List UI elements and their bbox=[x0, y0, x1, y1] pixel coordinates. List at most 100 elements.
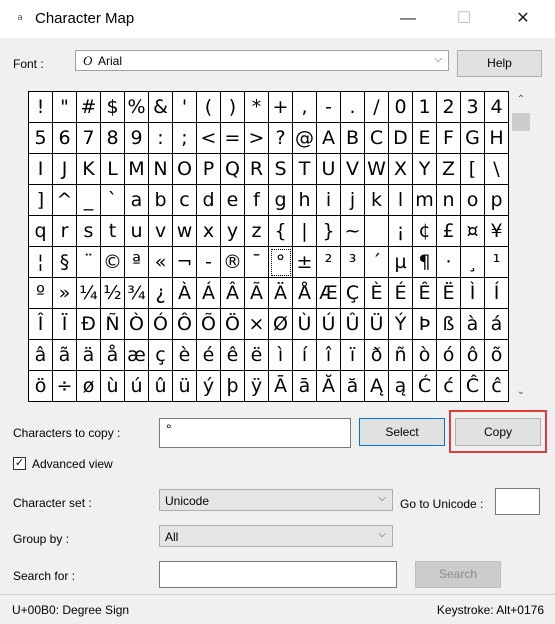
character-cell[interactable]: # bbox=[77, 92, 101, 123]
character-cell[interactable]: â bbox=[29, 340, 53, 371]
character-cell[interactable]: ) bbox=[221, 92, 245, 123]
character-cell[interactable]: Q bbox=[221, 154, 245, 185]
character-cell[interactable]: | bbox=[293, 216, 317, 247]
character-cell[interactable]: ¿ bbox=[149, 278, 173, 309]
character-cell[interactable]: ^ bbox=[53, 185, 77, 216]
character-cell[interactable]: ā bbox=[293, 371, 317, 402]
scroll-down-icon[interactable]: ⌄ bbox=[510, 383, 532, 401]
character-cell[interactable]: ë bbox=[245, 340, 269, 371]
character-cell[interactable]: ç bbox=[149, 340, 173, 371]
character-cell[interactable]: < bbox=[197, 123, 221, 154]
character-cell[interactable]: è bbox=[173, 340, 197, 371]
character-cell[interactable]: 5 bbox=[29, 123, 53, 154]
character-cell[interactable]: µ bbox=[389, 247, 413, 278]
character-cell[interactable]: Ë bbox=[437, 278, 461, 309]
character-cell[interactable]: t bbox=[101, 216, 125, 247]
character-cell[interactable]: á bbox=[485, 309, 509, 340]
character-cell[interactable]: ¯ bbox=[245, 247, 269, 278]
character-set-dropdown[interactable]: Unicode ⌵ bbox=[159, 489, 393, 511]
character-cell[interactable]: ò bbox=[413, 340, 437, 371]
character-cell[interactable]: ¼ bbox=[77, 278, 101, 309]
character-cell[interactable]: î bbox=[317, 340, 341, 371]
characters-to-copy-input[interactable]: ° bbox=[159, 418, 351, 448]
character-cell[interactable]: Ç bbox=[341, 278, 365, 309]
character-cell[interactable]: © bbox=[101, 247, 125, 278]
character-cell[interactable]: à bbox=[461, 309, 485, 340]
character-cell[interactable]: ÿ bbox=[245, 371, 269, 402]
character-cell[interactable]: Î bbox=[29, 309, 53, 340]
character-cell[interactable]: ¬ bbox=[173, 247, 197, 278]
minimize-icon[interactable]: — bbox=[385, 0, 431, 38]
character-cell[interactable]: £ bbox=[437, 216, 461, 247]
close-icon[interactable]: ✕ bbox=[500, 0, 546, 38]
character-cell[interactable]: ³ bbox=[341, 247, 365, 278]
character-cell[interactable]: « bbox=[149, 247, 173, 278]
copy-button[interactable]: Copy bbox=[455, 418, 541, 446]
character-cell[interactable]: D bbox=[389, 123, 413, 154]
character-cell[interactable]: N bbox=[149, 154, 173, 185]
character-cell[interactable]: W bbox=[365, 154, 389, 185]
character-cell[interactable]: ê bbox=[221, 340, 245, 371]
character-cell[interactable]: 3 bbox=[461, 92, 485, 123]
character-cell[interactable]: > bbox=[245, 123, 269, 154]
character-cell[interactable]: Ì bbox=[461, 278, 485, 309]
group-by-dropdown[interactable]: All ⌵ bbox=[159, 525, 393, 547]
character-cell[interactable]: ~ bbox=[341, 216, 365, 247]
character-cell[interactable]: ` bbox=[101, 185, 125, 216]
search-input[interactable] bbox=[159, 561, 397, 588]
search-button[interactable]: Search bbox=[415, 561, 501, 588]
character-cell[interactable]: É bbox=[389, 278, 413, 309]
character-cell[interactable]: ă bbox=[341, 371, 365, 402]
character-cell[interactable]: 9 bbox=[125, 123, 149, 154]
character-cell[interactable]: ª bbox=[125, 247, 149, 278]
character-cell[interactable]: [ bbox=[461, 154, 485, 185]
character-cell[interactable]: : bbox=[149, 123, 173, 154]
character-cell[interactable]: å bbox=[101, 340, 125, 371]
character-cell[interactable]: n bbox=[437, 185, 461, 216]
character-cell[interactable]: O bbox=[173, 154, 197, 185]
character-cell[interactable]: Ã bbox=[245, 278, 269, 309]
character-cell[interactable]: ; bbox=[173, 123, 197, 154]
character-cell[interactable]: - bbox=[317, 92, 341, 123]
character-cell[interactable]: L bbox=[101, 154, 125, 185]
character-cell[interactable]: ð bbox=[365, 340, 389, 371]
character-cell[interactable]: w bbox=[173, 216, 197, 247]
character-cell[interactable]: o bbox=[461, 185, 485, 216]
character-cell[interactable]: ĉ bbox=[485, 371, 509, 402]
character-cell[interactable]: ¾ bbox=[125, 278, 149, 309]
character-cell[interactable]: Ý bbox=[389, 309, 413, 340]
character-cell[interactable]: r bbox=[53, 216, 77, 247]
character-cell[interactable]: ¹ bbox=[485, 247, 509, 278]
character-cell[interactable]: Ó bbox=[149, 309, 173, 340]
character-cell[interactable]: a bbox=[125, 185, 149, 216]
character-cell[interactable]: x bbox=[197, 216, 221, 247]
character-cell[interactable]: ¢ bbox=[413, 216, 437, 247]
character-cell[interactable]: g bbox=[269, 185, 293, 216]
character-cell[interactable]: þ bbox=[221, 371, 245, 402]
character-cell[interactable]: ì bbox=[269, 340, 293, 371]
character-cell[interactable]: û bbox=[149, 371, 173, 402]
character-cell[interactable]: Ö bbox=[221, 309, 245, 340]
character-cell[interactable]: · bbox=[437, 247, 461, 278]
character-cell[interactable]: 1 bbox=[413, 92, 437, 123]
character-cell[interactable]: æ bbox=[125, 340, 149, 371]
character-cell[interactable]: ó bbox=[437, 340, 461, 371]
character-cell[interactable]: 0 bbox=[389, 92, 413, 123]
character-cell[interactable]: Ð bbox=[77, 309, 101, 340]
character-cell[interactable]: » bbox=[53, 278, 77, 309]
character-cell[interactable]: ù bbox=[101, 371, 125, 402]
character-cell[interactable]: ¶ bbox=[413, 247, 437, 278]
character-cell[interactable]: h bbox=[293, 185, 317, 216]
character-cell[interactable]: Ā bbox=[269, 371, 293, 402]
character-cell[interactable]: , bbox=[293, 92, 317, 123]
character-cell[interactable]: p bbox=[485, 185, 509, 216]
character-cell[interactable]: P bbox=[197, 154, 221, 185]
character-cell[interactable]: Ï bbox=[53, 309, 77, 340]
character-cell[interactable]: ( bbox=[197, 92, 221, 123]
character-cell[interactable]: q bbox=[29, 216, 53, 247]
character-cell[interactable]: ý bbox=[197, 371, 221, 402]
character-cell[interactable]: Ć bbox=[413, 371, 437, 402]
character-cell[interactable]: X bbox=[389, 154, 413, 185]
character-cell[interactable]: ¡ bbox=[389, 216, 413, 247]
character-cell[interactable]: Ą bbox=[365, 371, 389, 402]
